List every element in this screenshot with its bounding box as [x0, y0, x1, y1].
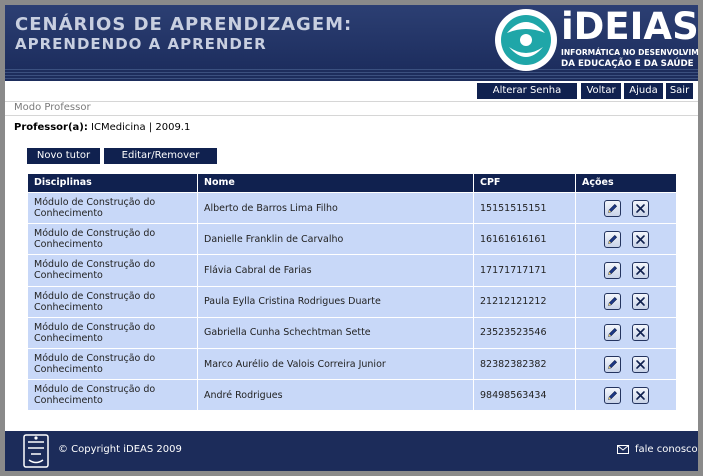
cell-nome: Marco Aurélio de Valois Correira Junior — [198, 348, 474, 380]
close-icon — [635, 390, 645, 400]
cell-acoes — [576, 193, 676, 223]
cell-nome: Alberto de Barros Lima Filho — [198, 193, 474, 224]
edit-button[interactable] — [603, 230, 621, 248]
cell-nome: André Rodrigues — [198, 380, 474, 411]
cell-nome: Gabriella Cunha Schechtman Sette — [198, 317, 474, 348]
table-row: Módulo de Construção do Conhecimento Paul… — [28, 285, 676, 317]
page-footer: © Copyright iDEAS 2009 fale conosco — [5, 431, 698, 471]
novo-tutor-button[interactable]: Novo tutor — [27, 148, 100, 164]
table-row: Módulo de Construção do Conhecimento Andr… — [28, 379, 676, 411]
window-frame: CENÁRIOS DE APRENDIZAGEM: APRENDENDO A A… — [0, 0, 703, 476]
table-row: Módulo de Construção do Conhecimento Fláv… — [28, 254, 676, 286]
close-icon — [635, 328, 645, 338]
cell-disciplina: Módulo de Construção do Conhecimento — [28, 255, 198, 286]
logo-tagline-1: INFORMÁTICA NO DESENVOLVIMENTO — [561, 48, 698, 57]
column-header-cpf: CPF — [474, 174, 576, 192]
alterar-senha-button[interactable]: Alterar Senha — [477, 83, 577, 99]
cell-cpf: 98498563434 — [474, 380, 576, 411]
mode-label: Modo Professor — [14, 102, 91, 113]
pencil-icon — [607, 359, 617, 369]
column-header-acoes: Ações — [582, 177, 614, 188]
edit-button[interactable] — [603, 324, 621, 342]
table-row: Módulo de Construção do Conhecimento Dani… — [28, 223, 676, 255]
ajuda-button[interactable]: Ajuda — [624, 83, 663, 99]
close-icon — [635, 359, 645, 369]
ideias-logo: iDEIAS INFORMÁTICA NO DESENVOLVIMENTO DA… — [491, 5, 698, 75]
cell-acoes — [576, 380, 676, 410]
delete-button[interactable] — [631, 293, 649, 311]
cell-cpf: 23523523546 — [474, 317, 576, 348]
close-icon — [635, 203, 645, 213]
close-icon — [635, 297, 645, 306]
cell-acoes — [576, 255, 676, 285]
delete-button[interactable] — [631, 230, 649, 248]
professor-info: Professor(a): ICMedicina | 2009.1 — [14, 122, 190, 133]
edit-button[interactable] — [603, 199, 621, 217]
mode-bar: Modo Professor — [5, 101, 698, 116]
edit-button[interactable] — [603, 293, 621, 311]
delete-button[interactable] — [631, 355, 649, 373]
cell-disciplina: Módulo de Construção do Conhecimento — [28, 348, 198, 380]
cell-cpf: 15151515151 — [474, 193, 576, 224]
pencil-icon — [607, 328, 617, 338]
cell-acoes — [576, 287, 676, 317]
copyright-text: © Copyright iDEAS 2009 — [58, 444, 182, 455]
table-row: Módulo de Construção do Conhecimento Gabr… — [28, 316, 676, 348]
professor-value: ICMedicina | 2009.1 — [91, 122, 191, 133]
column-header-nome: Nome — [198, 174, 474, 192]
delete-button[interactable] — [631, 324, 649, 342]
table-header: Disciplinas Nome CPF Ações — [28, 174, 676, 192]
close-icon — [635, 234, 645, 244]
close-icon — [635, 266, 645, 275]
fale-conosco-link[interactable]: fale conosco — [617, 444, 698, 455]
edit-button[interactable] — [603, 261, 621, 279]
cell-nome: Paula Eylla Cristina Rodrigues Duarte — [198, 286, 474, 317]
ideias-emblem-icon — [495, 9, 557, 71]
pencil-icon — [607, 390, 617, 400]
cell-disciplina: Módulo de Construção do Conhecimento — [28, 224, 198, 255]
university-crest-icon — [23, 434, 49, 468]
table-row: Módulo de Construção do Conhecimento Marc… — [28, 347, 676, 380]
pencil-icon — [607, 234, 617, 244]
voltar-button[interactable]: Voltar — [581, 83, 621, 99]
cell-disciplina: Módulo de Construção do Conhecimento — [28, 317, 198, 348]
table-body: Módulo de Construção do Conhecimento Albe… — [28, 192, 676, 411]
fale-conosco-label: fale conosco — [635, 444, 698, 455]
envelope-icon — [617, 445, 629, 454]
cell-disciplina: Módulo de Construção do Conhecimento — [28, 193, 198, 224]
page-header: CENÁRIOS DE APRENDIZAGEM: APRENDENDO A A… — [5, 5, 698, 81]
delete-button[interactable] — [631, 386, 649, 404]
table-row: Módulo de Construção do Conhecimento Albe… — [28, 192, 676, 224]
tutors-table: Disciplinas Nome CPF Ações Módulo de Con… — [28, 174, 676, 411]
edit-button[interactable] — [603, 386, 621, 404]
edit-button[interactable] — [603, 355, 621, 373]
cell-cpf: 16161616161 — [474, 224, 576, 255]
delete-button[interactable] — [631, 261, 649, 279]
sair-button[interactable]: Sair — [666, 83, 693, 99]
cell-disciplina: Módulo de Construção do Conhecimento — [28, 286, 198, 317]
cell-nome: Flávia Cabral de Farias — [198, 255, 474, 286]
site-title: CENÁRIOS DE APRENDIZAGEM: — [15, 14, 353, 35]
site-subtitle: APRENDENDO A APRENDER — [15, 35, 267, 53]
cell-acoes — [576, 318, 676, 348]
pencil-icon — [607, 297, 617, 307]
cell-nome: Danielle Franklin de Carvalho — [198, 224, 474, 255]
cell-acoes — [576, 224, 676, 254]
cell-cpf: 82382382382 — [474, 348, 576, 380]
editar-remover-button[interactable]: Editar/Remover — [104, 148, 217, 164]
logo-wordmark: iDEIAS — [561, 5, 698, 48]
delete-button[interactable] — [631, 199, 649, 217]
pencil-icon — [607, 265, 617, 275]
cell-disciplina: Módulo de Construção do Conhecimento — [28, 380, 198, 411]
column-header-disciplinas: Disciplinas — [28, 174, 198, 192]
cell-acoes — [576, 349, 676, 379]
professor-label: Professor(a): — [14, 122, 88, 133]
cell-cpf: 17171717171 — [474, 255, 576, 286]
logo-tagline-2: DA EDUCAÇÃO E DA SAÚDE — [561, 59, 694, 69]
cell-cpf: 21212121212 — [474, 286, 576, 317]
pencil-icon — [607, 203, 617, 213]
